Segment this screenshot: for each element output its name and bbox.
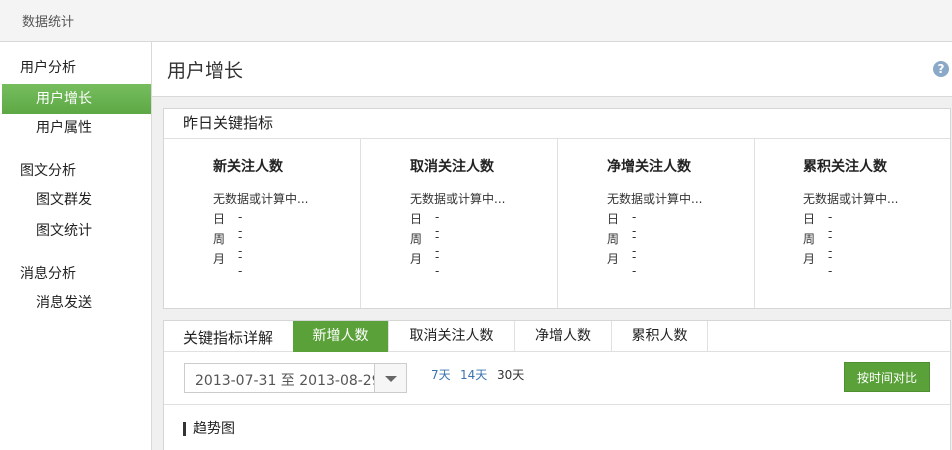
yesterday-metrics-panel: 昨日关键指标 新关注人数 无数据或计算中... 日 -- 周 -- 月 -- 取消关注… — [163, 108, 951, 309]
metric-total-followers: 累积关注人数 无数据或计算中... 日 -- 周 -- 月 -- — [754, 139, 951, 308]
metric-row-week: 周 -- — [607, 230, 636, 258]
sidebar-group-message-analysis: 消息分析 — [20, 266, 76, 282]
sidebar-item-article-stats[interactable]: 图文统计 — [2, 216, 151, 246]
sidebar-item-user-growth[interactable]: 用户增长 — [2, 84, 151, 114]
row-label: 周 — [803, 232, 816, 246]
row-label: 月 — [803, 252, 816, 266]
row-value: -- — [435, 250, 440, 278]
metric-title: 净增关注人数 — [607, 159, 691, 175]
date-range-text: 2013-07-31 至 2013-08-29 — [195, 373, 381, 389]
metric-title: 新关注人数 — [213, 159, 283, 175]
date-dropdown-button[interactable] — [374, 364, 406, 392]
metric-row-day: 日 -- — [213, 210, 242, 238]
main-content: 用户增长 ? 昨日关键指标 新关注人数 无数据或计算中... 日 -- 周 -- 月… — [152, 42, 952, 450]
metric-row-month: 月 -- — [213, 250, 242, 278]
sidebar-item-message-send[interactable]: 消息发送 — [2, 288, 151, 318]
sidebar-group-user-analysis: 用户分析 — [20, 60, 76, 76]
metric-row-week: 周 -- — [213, 230, 242, 258]
metric-row-day: 日 -- — [607, 210, 636, 238]
metric-row-week: 周 -- — [803, 230, 832, 258]
detail-tab-bar: 关键指标详解 新增人数 取消关注人数 净增人数 累积人数 — [164, 321, 950, 352]
tab-unfollow-users[interactable]: 取消关注人数 — [389, 321, 515, 352]
row-label: 日 — [213, 212, 226, 226]
row-label: 日 — [607, 212, 620, 226]
chevron-down-icon — [385, 376, 397, 382]
detail-label: 关键指标详解 — [183, 329, 274, 347]
metric-status: 无数据或计算中... — [607, 192, 703, 206]
metric-status: 无数据或计算中... — [213, 192, 309, 206]
row-label: 周 — [607, 232, 620, 246]
row-value: -- — [632, 250, 637, 278]
yesterday-metrics-title: 昨日关键指标 — [164, 109, 950, 139]
divider — [164, 404, 950, 405]
page-header: 用户增长 ? — [152, 42, 952, 97]
row-label: 月 — [213, 252, 226, 266]
page-title: 用户增长 — [167, 60, 244, 82]
metric-title: 取消关注人数 — [410, 159, 494, 175]
metric-row-month: 月 -- — [410, 250, 439, 278]
top-bar: 数据统计 — [0, 0, 952, 42]
metrics-grid: 新关注人数 无数据或计算中... 日 -- 周 -- 月 -- 取消关注人数 无数据或… — [164, 139, 950, 308]
row-value: -- — [238, 250, 243, 278]
row-label: 月 — [607, 252, 620, 266]
row-value: -- — [828, 250, 833, 278]
row-label: 周 — [213, 232, 226, 246]
range-14-days[interactable]: 14天 — [460, 366, 487, 383]
metric-row-month: 月 -- — [803, 250, 832, 278]
metric-row-day: 日 -- — [410, 210, 439, 238]
tab-total-users[interactable]: 累积人数 — [612, 321, 708, 352]
sidebar-item-article-broadcast[interactable]: 图文群发 — [2, 185, 151, 215]
tab-new-users[interactable]: 新增人数 — [293, 321, 389, 352]
detail-panel: 关键指标详解 新增人数 取消关注人数 净增人数 累积人数 2013-07-31 … — [163, 320, 951, 450]
metric-row-month: 月 -- — [607, 250, 636, 278]
row-label: 日 — [803, 212, 816, 226]
compare-by-time-button[interactable]: 按时间对比 — [844, 362, 930, 392]
sidebar-group-article-analysis: 图文分析 — [20, 163, 76, 179]
trend-chart-title: 趋势图 — [183, 422, 235, 436]
range-30-days[interactable]: 30天 — [497, 366, 524, 383]
range-7-days[interactable]: 7天 — [431, 366, 451, 383]
row-label: 月 — [410, 252, 423, 266]
metric-row-day: 日 -- — [803, 210, 832, 238]
metric-unfollowers: 取消关注人数 无数据或计算中... 日 -- 周 -- 月 -- — [361, 139, 558, 308]
metric-status: 无数据或计算中... — [410, 192, 506, 206]
date-range-picker[interactable]: 2013-07-31 至 2013-08-29 — [184, 363, 407, 393]
sidebar: 用户分析 用户增长 用户属性 图文分析 图文群发 图文统计 消息分析 消息发送 — [0, 42, 152, 450]
sidebar-item-user-attributes[interactable]: 用户属性 — [2, 113, 151, 143]
metric-status: 无数据或计算中... — [803, 192, 899, 206]
row-label: 周 — [410, 232, 423, 246]
tab-net-users[interactable]: 净增人数 — [515, 321, 612, 352]
metric-row-week: 周 -- — [410, 230, 439, 258]
row-label: 日 — [410, 212, 423, 226]
metric-net-followers: 净增关注人数 无数据或计算中... 日 -- 周 -- 月 -- — [558, 139, 755, 308]
app-title: 数据统计 — [22, 15, 75, 30]
question-mark-icon[interactable]: ? — [933, 61, 949, 77]
metric-title: 累积关注人数 — [803, 159, 887, 175]
metric-new-followers: 新关注人数 无数据或计算中... 日 -- 周 -- 月 -- — [164, 139, 361, 308]
